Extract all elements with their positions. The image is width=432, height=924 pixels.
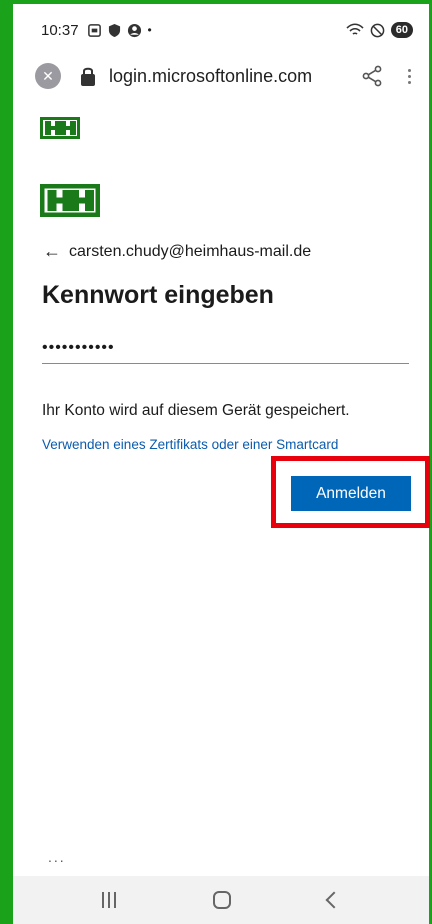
back-arrow-icon[interactable]: ←: [43, 241, 61, 262]
screenshot-notification-icon: [87, 23, 101, 37]
company-logo: [40, 184, 100, 217]
more-options-icon[interactable]: [405, 68, 413, 84]
password-field[interactable]: [42, 332, 409, 364]
system-nav-bar: [13, 876, 429, 924]
recents-icon[interactable]: [101, 892, 116, 908]
certificate-smartcard-link[interactable]: Verwenden eines Zertifikats oder einer S…: [42, 437, 338, 452]
phone-screen: 10:37 • 60 ✕ login.microsoftonline.com ←…: [13, 4, 430, 924]
browser-url-bar: ✕ login.microsoftonline.com: [13, 56, 429, 96]
url-text[interactable]: login.microsoftonline.com: [109, 66, 312, 87]
footer-more-dots[interactable]: ...: [48, 849, 66, 865]
company-logo-small: [40, 117, 80, 139]
shield-icon: [108, 23, 120, 37]
close-tab-button[interactable]: ✕: [35, 63, 61, 89]
status-bar: 10:37 • 60: [13, 4, 429, 56]
page-title: Kennwort eingeben: [42, 281, 274, 309]
account-email: carsten.chudy@heimhaus-mail.de: [69, 242, 312, 260]
account-circle-icon: [127, 23, 141, 37]
home-icon[interactable]: [212, 891, 231, 909]
wifi-icon: [346, 22, 364, 35]
share-icon[interactable]: [361, 65, 383, 87]
signin-button[interactable]: Anmelden: [291, 476, 411, 511]
status-time: 10:37: [41, 21, 79, 39]
do-not-disturb-icon: [370, 23, 385, 37]
close-icon: ✕: [42, 67, 54, 84]
lock-icon: [81, 67, 95, 86]
notification-icons: •: [87, 23, 152, 38]
screenshot-frame-left: [0, 0, 13, 924]
account-back-row[interactable]: ← carsten.chudy@heimhaus-mail.de: [43, 241, 311, 262]
info-text: Ihr Konto wird auf diesem Gerät gespeich…: [42, 402, 350, 419]
back-icon[interactable]: [325, 891, 343, 909]
notification-dot-icon: •: [147, 23, 152, 37]
battery-indicator: 60: [390, 22, 413, 38]
status-right: 60: [346, 22, 413, 38]
